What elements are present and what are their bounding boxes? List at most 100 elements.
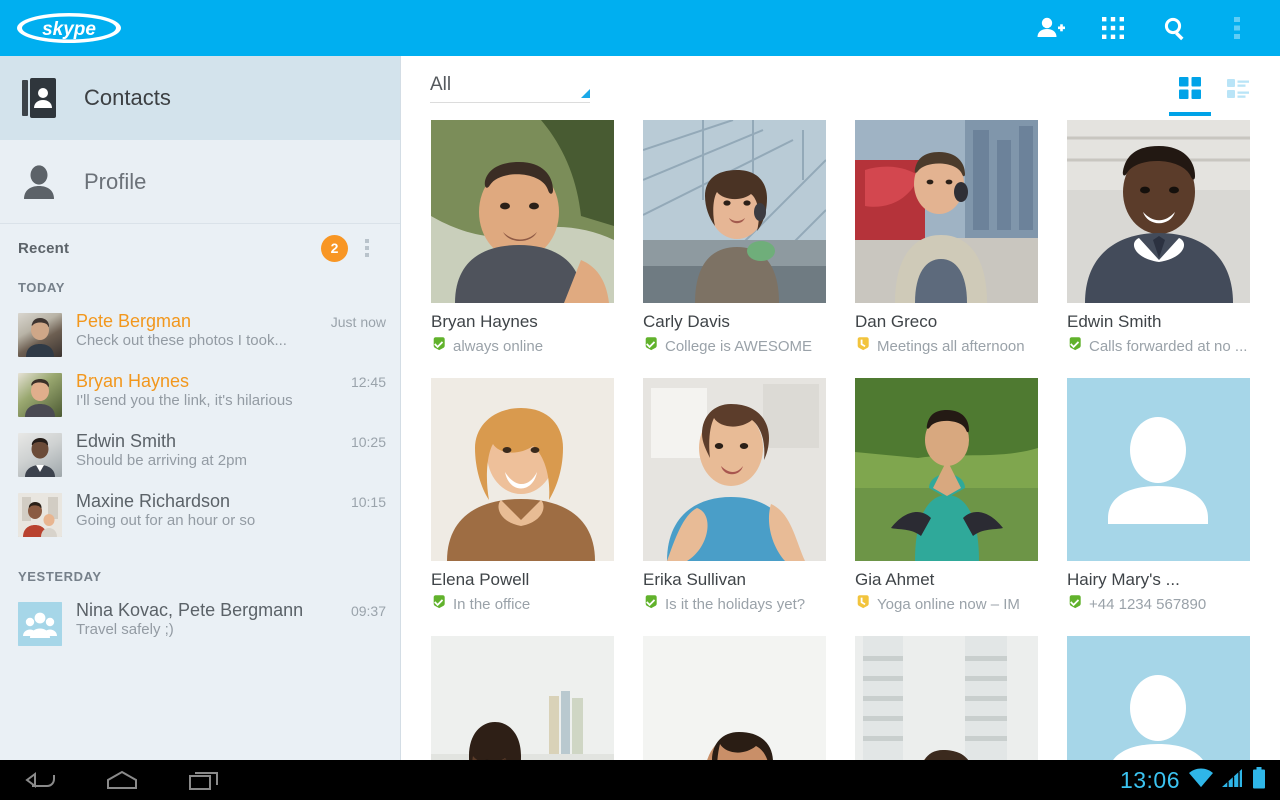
contacts-filter-value: All	[430, 74, 451, 96]
status-online-icon	[431, 594, 446, 614]
contact-mood-row: Is it the holidays yet?	[643, 594, 833, 614]
contact-card[interactable]: Bryan Haynes always online	[431, 120, 643, 356]
contact-name: Edwin Smith	[1067, 312, 1257, 332]
recent-apps-button[interactable]	[182, 761, 226, 799]
overflow-menu-button[interactable]	[1206, 0, 1268, 56]
recent-item-group-chat[interactable]: Nina Kovac, Pete Bergmann 09:37 Travel s…	[0, 592, 400, 652]
overflow-menu-icon	[1233, 14, 1241, 42]
avatar	[18, 313, 62, 357]
grid-view-icon	[1178, 76, 1202, 100]
contact-card[interactable]: Erika Sullivan Is it the holidays yet?	[643, 378, 855, 614]
search-button[interactable]	[1144, 0, 1206, 56]
contact-name: Bryan Haynes	[431, 312, 621, 332]
recent-item-time: 12:45	[343, 374, 386, 390]
contact-card[interactable]: Gia Ahmet Yoga online now – IM	[855, 378, 1067, 614]
recent-item-message: Should be arriving at 2pm	[76, 452, 247, 469]
recent-item-message: Going out for an hour or so	[76, 512, 255, 529]
recent-item-edwin-smith[interactable]: Edwin Smith 10:25 Should be arriving at …	[0, 423, 400, 483]
avatar	[18, 433, 62, 477]
recent-item-body: Nina Kovac, Pete Bergmann 09:37 Travel s…	[76, 600, 386, 639]
recent-item-row: Pete Bergman Just now	[76, 311, 386, 332]
contact-card[interactable]: Carly Davis College is AWESOME	[643, 120, 855, 356]
contact-card[interactable]	[1067, 636, 1279, 760]
recent-item-bryan-haynes[interactable]: Bryan Haynes 12:45 I'll send you the lin…	[0, 363, 400, 423]
person-placeholder-icon	[1067, 378, 1250, 561]
contact-card[interactable]: Elena Powell In the office	[431, 378, 643, 614]
contact-mood-text: Is it the holidays yet?	[665, 596, 805, 613]
active-tab-underline	[1169, 112, 1211, 116]
home-icon	[105, 769, 139, 791]
recent-item-message: Travel safely ;)	[76, 621, 174, 638]
view-toggle-group	[1166, 56, 1262, 120]
status-online-icon	[643, 594, 658, 614]
contact-card[interactable]: Edwin Smith Calls forwarded at no ...	[1067, 120, 1279, 356]
status-clock: 13:06	[1120, 767, 1180, 794]
recent-item-time: 10:25	[343, 434, 386, 450]
android-nav-buttons	[0, 761, 226, 799]
add-contact-button[interactable]	[1020, 0, 1082, 56]
contact-mood-text: In the office	[453, 596, 530, 613]
status-indicators: 13:06	[1120, 767, 1280, 794]
recent-item-name: Edwin Smith	[76, 431, 176, 452]
recent-item-name: Nina Kovac, Pete Bergmann	[76, 600, 303, 621]
group-avatar	[18, 602, 62, 646]
contact-card[interactable]	[431, 636, 643, 760]
recent-item-pete-bergman[interactable]: Pete Bergman Just now Check out these ph…	[0, 303, 400, 363]
contact-name: Elena Powell	[431, 570, 621, 590]
contact-card[interactable]: Hairy Mary's ... +44 1234 567890	[1067, 378, 1279, 614]
recent-item-message: I'll send you the link, it's hilarious	[76, 392, 293, 409]
recent-overflow-menu-icon[interactable]	[348, 229, 386, 267]
recent-item-name: Bryan Haynes	[76, 371, 189, 392]
contact-card[interactable]: Dan Greco Meetings all afternoon	[855, 120, 1067, 356]
recent-item-message: Check out these photos I took...	[76, 332, 287, 349]
top-bar-actions	[1020, 0, 1280, 56]
contact-mood-text: Meetings all afternoon	[877, 338, 1025, 355]
status-online-icon	[1067, 594, 1082, 614]
contact-photo	[643, 120, 826, 303]
contact-mood-text: College is AWESOME	[665, 338, 812, 355]
contact-photo	[431, 378, 614, 561]
skype-logo: skype	[14, 11, 124, 45]
cellular-signal-icon	[1222, 768, 1244, 793]
contacts-filter-dropdown[interactable]: All	[430, 74, 590, 103]
list-view-button[interactable]	[1214, 63, 1262, 113]
contact-mood-row: Calls forwarded at no ...	[1067, 336, 1257, 356]
recent-item-maxine-richardson[interactable]: Maxine Richardson 10:15 Going out for an…	[0, 483, 400, 543]
back-button[interactable]	[18, 761, 62, 799]
sidebar-item-profile-label: Profile	[84, 169, 146, 195]
wifi-icon	[1188, 768, 1214, 793]
contact-name: Hairy Mary's ...	[1067, 570, 1257, 590]
recent-unread-badge: 2	[321, 235, 348, 262]
contacts-book-icon	[22, 78, 66, 118]
contact-card[interactable]	[855, 636, 1067, 760]
recent-item-row: Bryan Haynes 12:45	[76, 371, 386, 392]
grid-view-button[interactable]	[1166, 63, 1214, 113]
recent-item-body: Maxine Richardson 10:15 Going out for an…	[76, 491, 386, 530]
group-people-icon	[18, 602, 62, 646]
recent-item-time: 09:37	[343, 603, 386, 619]
status-online-icon	[1067, 336, 1082, 356]
contact-card[interactable]	[643, 636, 855, 760]
avatar	[18, 373, 62, 417]
contact-name: Dan Greco	[855, 312, 1045, 332]
battery-icon	[1252, 767, 1266, 794]
recent-item-row: Nina Kovac, Pete Bergmann 09:37	[76, 600, 386, 621]
recent-item-row: Edwin Smith 10:25	[76, 431, 386, 452]
contact-photo	[855, 636, 1038, 760]
skype-android-app: skype	[0, 0, 1280, 800]
contact-mood-text: Calls forwarded at no ...	[1089, 338, 1247, 355]
recent-item-time: Just now	[323, 314, 386, 330]
svg-text:skype: skype	[42, 19, 96, 40]
status-online-icon	[643, 336, 658, 356]
home-button[interactable]	[100, 761, 144, 799]
contact-mood-row: College is AWESOME	[643, 336, 833, 356]
contact-photo	[643, 378, 826, 561]
contact-photo	[643, 636, 826, 760]
dialpad-button[interactable]	[1082, 0, 1144, 56]
contact-photo	[1067, 378, 1250, 561]
status-away-icon	[855, 336, 870, 356]
recent-item-name: Maxine Richardson	[76, 491, 230, 512]
recent-item-name: Pete Bergman	[76, 311, 191, 332]
sidebar-item-contacts[interactable]: Contacts	[0, 56, 400, 140]
sidebar-item-profile[interactable]: Profile	[0, 140, 400, 224]
